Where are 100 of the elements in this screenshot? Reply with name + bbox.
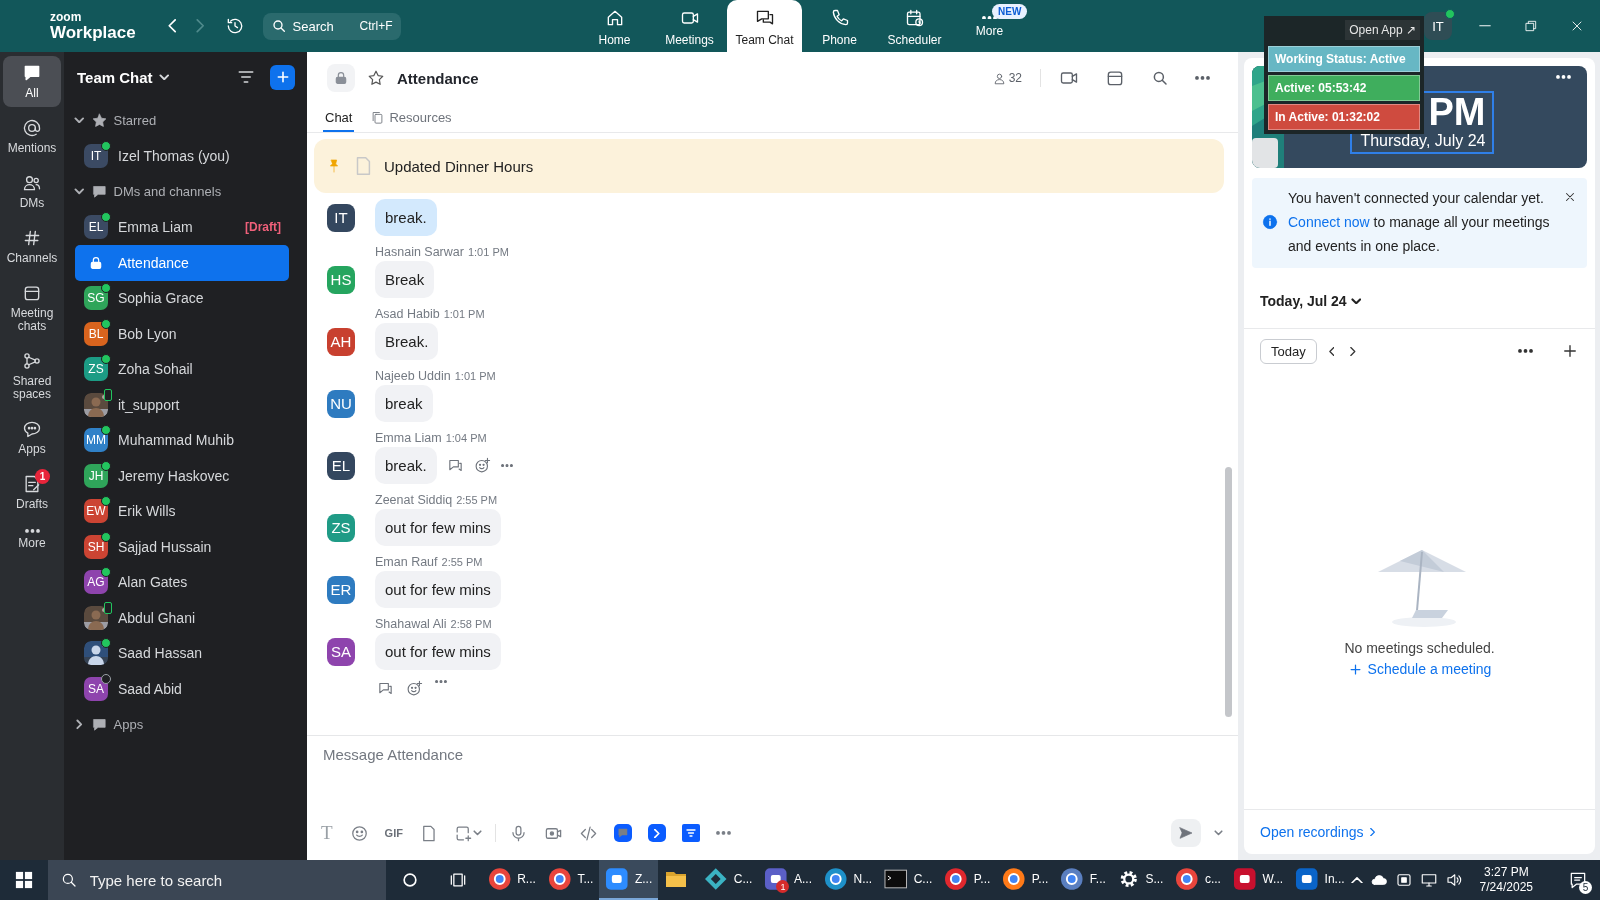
chat-bubble-icon bbox=[22, 63, 42, 83]
taskbar-app-button[interactable]: A... 1 bbox=[758, 860, 818, 900]
smiley-icon bbox=[349, 823, 369, 843]
conversation-item[interactable]: Abdul Ghani bbox=[75, 600, 289, 636]
connect-link[interactable]: Connect now bbox=[1288, 214, 1370, 230]
send-button[interactable] bbox=[1171, 819, 1201, 847]
nav-item[interactable]: Mentions bbox=[3, 111, 61, 162]
nav-tab[interactable]: Scheduler bbox=[877, 0, 952, 52]
message-time: 1:01 PM bbox=[467, 246, 509, 258]
channel-tab[interactable]: Resources bbox=[368, 104, 454, 132]
pinned-message-text: Updated Dinner Hours bbox=[384, 157, 534, 175]
calendar-clock-icon bbox=[904, 7, 925, 28]
sender-name: Asad Habib bbox=[375, 307, 440, 321]
schedule-meeting-link[interactable]: Schedule a meeting bbox=[1341, 660, 1498, 678]
taskbar-app-button[interactable]: R... bbox=[481, 860, 542, 900]
nav-item[interactable]: Channels bbox=[3, 221, 61, 272]
taskbar-search-bar[interactable]: Type here to search bbox=[47, 860, 387, 900]
avatar: AG bbox=[84, 570, 108, 595]
conversation-item[interactable]: Saad Hassan bbox=[75, 635, 289, 671]
taskbar-search-field[interactable]: Type here to search bbox=[87, 860, 375, 900]
status-row: Active: 05:53:42 bbox=[1268, 75, 1420, 101]
date-picker[interactable]: Today, Jul 24 bbox=[1260, 293, 1362, 309]
open-app-link[interactable]: Open App ↗ bbox=[1345, 20, 1420, 40]
conversation-item[interactable]: EL Emma Liam [Draft] bbox=[75, 209, 289, 245]
sender-name: Eman Rauf bbox=[375, 555, 438, 569]
section-header[interactable]: Apps bbox=[64, 706, 307, 743]
nav-tab[interactable]: Meetings bbox=[652, 0, 727, 52]
taskbar-app-button[interactable]: P... bbox=[996, 860, 1055, 900]
nav-tab[interactable]: Team Chat bbox=[727, 0, 802, 52]
sender-name: Hasnain Sarwar bbox=[375, 245, 464, 259]
conversation-item[interactable]: SG Sophia Grace bbox=[75, 280, 289, 316]
scrollbar[interactable] bbox=[1225, 467, 1232, 717]
caret-icon bbox=[1214, 830, 1223, 836]
nav-tab[interactable]: Phone bbox=[802, 0, 877, 52]
lock-icon bbox=[88, 254, 104, 271]
taskbar-app-button[interactable]: N... bbox=[817, 860, 879, 900]
chevron-up-icon bbox=[1350, 876, 1363, 884]
search-icon bbox=[1151, 69, 1169, 87]
conversation-item[interactable]: IT Izel Thomas (you) bbox=[75, 138, 289, 174]
channel-tab[interactable]: Chat bbox=[323, 104, 355, 132]
avatar: IT bbox=[327, 203, 355, 232]
clock-time: PM bbox=[1428, 93, 1486, 134]
conversation-item[interactable]: SH Sajjad Hussain bbox=[75, 529, 289, 565]
chevron-icon bbox=[74, 188, 85, 195]
conversation-item[interactable]: BL Bob Lyon bbox=[75, 316, 289, 352]
gif-button[interactable]: GIF bbox=[381, 827, 406, 839]
conversation-item[interactable]: AG Alan Gates bbox=[75, 564, 289, 600]
nav-item[interactable]: Drafts 1 bbox=[3, 467, 61, 518]
conversation-item[interactable]: MM Muhammad Muhib bbox=[75, 422, 289, 458]
taskbar-app-button[interactable]: Z... bbox=[599, 860, 659, 900]
avatar: BL bbox=[84, 321, 108, 346]
connected-nodes-icon bbox=[22, 351, 42, 371]
taskbar-app-button[interactable]: c... bbox=[1169, 860, 1227, 900]
section-header[interactable]: Starred bbox=[64, 102, 307, 138]
chat-bubble-icon bbox=[90, 183, 108, 200]
nav-item[interactable]: Shared spaces bbox=[3, 344, 61, 408]
channel-lock-button[interactable] bbox=[327, 64, 355, 92]
conversation-item[interactable]: SA Saad Abid bbox=[75, 671, 289, 707]
lines-icon bbox=[684, 827, 697, 839]
notifications-button[interactable]: 5 bbox=[1556, 860, 1600, 900]
count-badge: 1 bbox=[35, 469, 50, 484]
taskbar-app-button[interactable]: C... bbox=[878, 860, 939, 900]
nav-item[interactable]: DMs bbox=[3, 166, 61, 217]
nav-item[interactable]: All bbox=[3, 56, 61, 107]
avatar: ZS bbox=[327, 513, 355, 542]
conversation-item[interactable]: Attendance bbox=[75, 245, 289, 281]
nav-tab[interactable]: Home bbox=[577, 0, 652, 52]
more-icon bbox=[500, 463, 513, 468]
close-button[interactable] bbox=[1563, 190, 1577, 204]
taskbar-app-button[interactable]: T... bbox=[541, 860, 600, 900]
new-chat-button[interactable] bbox=[270, 64, 295, 90]
taskbar-clock[interactable]: 3:27 PM 7/24/2025 bbox=[1473, 864, 1539, 896]
taskbar-app-button[interactable]: In... bbox=[1289, 860, 1351, 900]
avatar: JH bbox=[84, 463, 108, 488]
account-avatar[interactable]: IT bbox=[1424, 12, 1452, 40]
nav-tab[interactable]: NEW More bbox=[952, 0, 1027, 52]
add-emoji-icon bbox=[406, 680, 423, 697]
members-button[interactable]: 32 bbox=[984, 67, 1030, 89]
nav-item[interactable]: More bbox=[3, 522, 61, 557]
conversation-item[interactable]: JH Jeremy Haskovec bbox=[75, 458, 289, 494]
taskbar-app-button[interactable]: S... bbox=[1111, 860, 1170, 900]
conversation-item[interactable]: ZS Zoha Sohail bbox=[75, 351, 289, 387]
sidebar-title[interactable]: Team Chat bbox=[77, 68, 153, 86]
taskbar-app-button[interactable]: P... bbox=[938, 860, 997, 900]
pinned-message-bar[interactable]: Updated Dinner Hours bbox=[314, 139, 1224, 193]
restore-icon bbox=[1523, 18, 1539, 34]
today-button[interactable]: Today bbox=[1260, 338, 1317, 364]
taskbar-app-button[interactable]: W... bbox=[1226, 860, 1290, 900]
more-icon bbox=[24, 529, 40, 533]
section-header[interactable]: DMs and channels bbox=[64, 173, 307, 210]
nav-item[interactable]: Apps bbox=[3, 412, 61, 463]
conversation-item[interactable]: it_support bbox=[75, 387, 289, 423]
search-field[interactable]: Search Ctrl+F bbox=[262, 12, 401, 40]
open-recordings-link[interactable]: Open recordings bbox=[1260, 824, 1375, 840]
avatar: MM bbox=[84, 428, 108, 453]
taskbar-app-button[interactable]: C... bbox=[698, 860, 759, 900]
nav-item[interactable]: Meeting chats bbox=[3, 276, 61, 340]
avatar: EW bbox=[84, 499, 108, 524]
taskbar-app-button[interactable]: F... bbox=[1054, 860, 1112, 900]
conversation-item[interactable]: EW Erik Wills bbox=[75, 493, 289, 529]
